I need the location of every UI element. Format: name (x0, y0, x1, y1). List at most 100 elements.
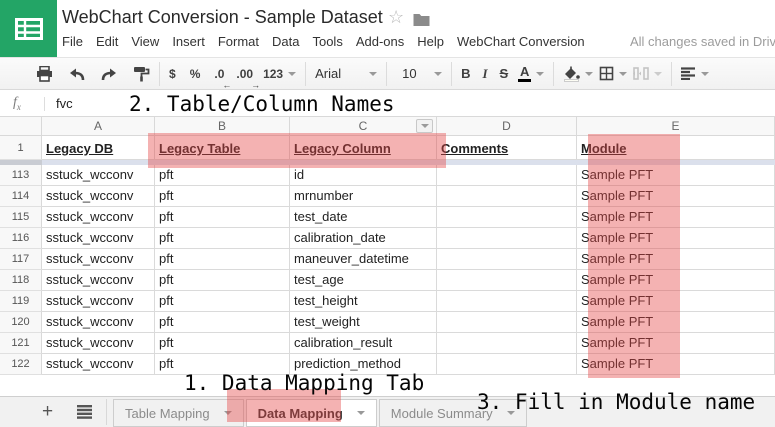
cell[interactable]: Sample PFT (577, 228, 775, 249)
italic-button[interactable]: I (482, 62, 487, 86)
tab-data-mapping[interactable]: Data Mapping (246, 399, 377, 427)
menu-edit[interactable]: Edit (96, 34, 118, 49)
row-header[interactable]: 116 (0, 228, 42, 249)
sheets-logo-icon[interactable] (0, 0, 57, 57)
row-header[interactable]: 119 (0, 291, 42, 312)
column-header-e[interactable]: E (577, 117, 775, 136)
cell[interactable] (437, 291, 577, 312)
menu-addons[interactable]: Add-ons (356, 34, 404, 49)
horizontal-align-button[interactable] (681, 62, 709, 86)
font-family-select[interactable]: Arial (315, 62, 377, 86)
tab-table-mapping[interactable]: Table Mapping (113, 399, 244, 427)
paint-format-button[interactable] (133, 62, 150, 86)
menu-format[interactable]: Format (218, 34, 259, 49)
column-header-d[interactable]: D (437, 117, 577, 136)
menu-tools[interactable]: Tools (312, 34, 342, 49)
column-header-b[interactable]: B (155, 117, 290, 136)
chevron-down-icon[interactable] (224, 411, 232, 415)
borders-button[interactable] (599, 62, 627, 86)
cell[interactable]: pft (155, 228, 290, 249)
row-header[interactable]: 115 (0, 207, 42, 228)
row-header[interactable]: 113 (0, 165, 42, 186)
more-formats-button[interactable]: 123 (263, 62, 296, 86)
font-size-select[interactable]: 10 (396, 62, 442, 86)
cell[interactable]: test_height (290, 291, 437, 312)
cell[interactable] (437, 354, 577, 375)
cell[interactable]: mrnumber (290, 186, 437, 207)
cell[interactable]: Sample PFT (577, 354, 775, 375)
cell[interactable]: test_age (290, 270, 437, 291)
cell[interactable]: maneuver_datetime (290, 249, 437, 270)
cell[interactable]: pft (155, 291, 290, 312)
cell[interactable]: pft (155, 165, 290, 186)
cell[interactable] (437, 270, 577, 291)
cell[interactable]: Sample PFT (577, 186, 775, 207)
corner-cell[interactable] (0, 117, 42, 136)
bold-button[interactable]: B (461, 62, 470, 86)
cell[interactable]: sstuck_wcconv (42, 165, 155, 186)
cell[interactable] (437, 333, 577, 354)
format-currency-button[interactable]: $ (169, 62, 176, 86)
menu-data[interactable]: Data (272, 34, 299, 49)
cell[interactable]: id (290, 165, 437, 186)
cell[interactable]: sstuck_wcconv (42, 249, 155, 270)
all-sheets-icon[interactable] (77, 405, 92, 424)
cell-a1[interactable]: Legacy DB (42, 136, 155, 160)
cell[interactable]: pft (155, 333, 290, 354)
cell[interactable]: pft (155, 312, 290, 333)
strikethrough-button[interactable]: S (500, 62, 509, 86)
cell[interactable]: sstuck_wcconv (42, 228, 155, 249)
document-title[interactable]: WebChart Conversion - Sample Dataset (62, 7, 383, 28)
cell[interactable]: calibration_date (290, 228, 437, 249)
increase-decimal-button[interactable]: .00→ (236, 62, 253, 86)
star-icon[interactable]: ☆ (388, 7, 404, 27)
cell-b1[interactable]: Legacy Table (155, 136, 290, 160)
cell[interactable]: Sample PFT (577, 165, 775, 186)
cell[interactable]: Sample PFT (577, 207, 775, 228)
cell[interactable]: sstuck_wcconv (42, 333, 155, 354)
row-header-1[interactable]: 1 (0, 136, 42, 160)
menu-insert[interactable]: Insert (172, 34, 205, 49)
cell[interactable]: sstuck_wcconv (42, 354, 155, 375)
row-header[interactable]: 120 (0, 312, 42, 333)
row-header[interactable]: 117 (0, 249, 42, 270)
filter-dropdown-button[interactable] (416, 119, 433, 133)
cell[interactable] (437, 228, 577, 249)
cell[interactable]: Sample PFT (577, 291, 775, 312)
cell[interactable] (437, 312, 577, 333)
cell[interactable]: sstuck_wcconv (42, 291, 155, 312)
cell[interactable] (437, 249, 577, 270)
fill-color-button[interactable] (563, 62, 593, 86)
cell[interactable]: test_weight (290, 312, 437, 333)
menu-help[interactable]: Help (417, 34, 444, 49)
row-header[interactable]: 114 (0, 186, 42, 207)
format-percent-button[interactable]: % (190, 62, 201, 86)
cell[interactable]: pft (155, 270, 290, 291)
add-sheet-button[interactable]: + (42, 399, 53, 425)
frozen-row-divider[interactable] (0, 160, 775, 165)
print-button[interactable] (36, 62, 53, 86)
chevron-down-icon[interactable] (357, 411, 365, 415)
cell[interactable]: pft (155, 186, 290, 207)
cell[interactable]: test_date (290, 207, 437, 228)
cell[interactable] (437, 165, 577, 186)
column-header-c[interactable]: C (290, 117, 437, 136)
undo-button[interactable] (69, 62, 85, 86)
redo-button[interactable] (101, 62, 117, 86)
cell[interactable]: calibration_result (290, 333, 437, 354)
decrease-decimal-button[interactable]: .0← (214, 62, 224, 86)
cell[interactable] (437, 186, 577, 207)
menu-view[interactable]: View (131, 34, 159, 49)
row-header[interactable]: 122 (0, 354, 42, 375)
cell[interactable]: Sample PFT (577, 249, 775, 270)
row-header[interactable]: 118 (0, 270, 42, 291)
text-color-button[interactable]: A (518, 62, 544, 86)
menu-file[interactable]: File (62, 34, 83, 49)
cell[interactable]: pft (155, 249, 290, 270)
cell[interactable]: Sample PFT (577, 270, 775, 291)
cell-e1[interactable]: Module (577, 136, 775, 160)
menu-webchart-conversion[interactable]: WebChart Conversion (457, 34, 585, 49)
cell-d1[interactable]: Comments (437, 136, 577, 160)
cell[interactable]: sstuck_wcconv (42, 312, 155, 333)
column-header-a[interactable]: A (42, 117, 155, 136)
